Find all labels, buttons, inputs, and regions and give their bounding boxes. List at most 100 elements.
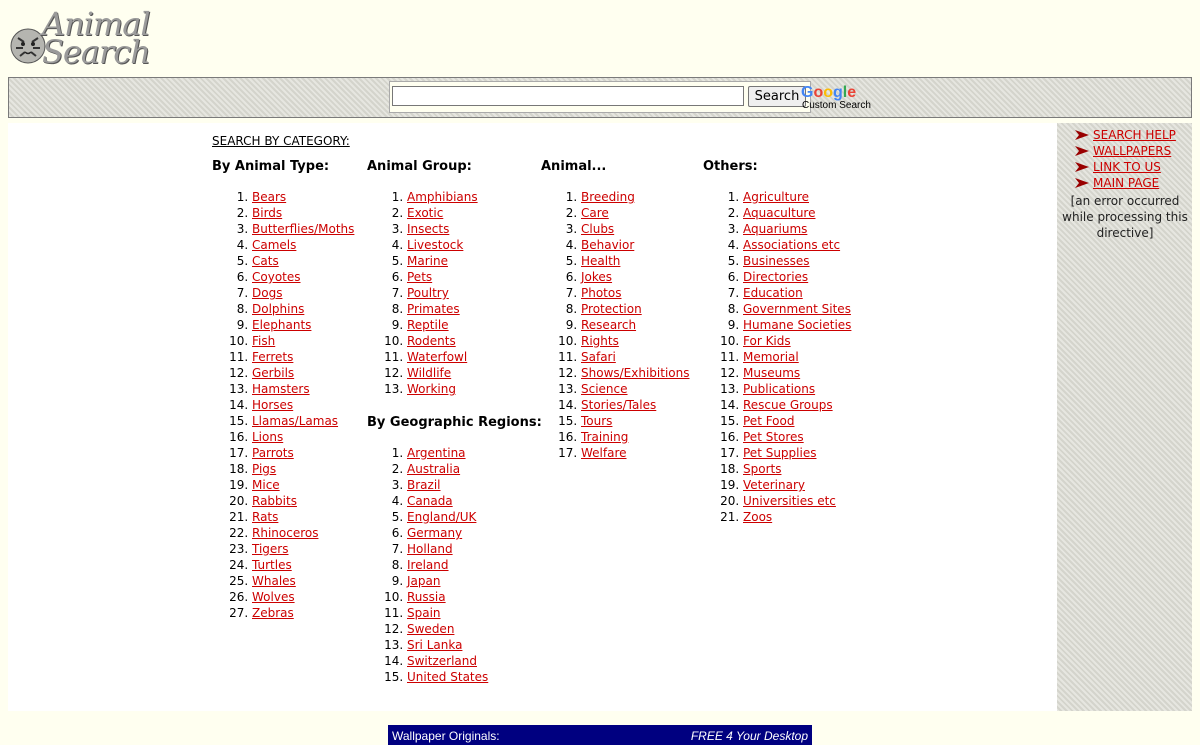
- category-link[interactable]: Rights: [581, 334, 619, 348]
- category-link[interactable]: England/UK: [407, 510, 476, 524]
- category-link[interactable]: Coyotes: [252, 270, 301, 284]
- category-link[interactable]: Rhinoceros: [252, 526, 318, 540]
- category-link[interactable]: Dogs: [252, 286, 282, 300]
- category-link[interactable]: Stories/Tales: [581, 398, 656, 412]
- category-link[interactable]: Livestock: [407, 238, 463, 252]
- category-link[interactable]: Aquaculture: [743, 206, 815, 220]
- category-link[interactable]: Tigers: [252, 542, 288, 556]
- category-link[interactable]: Camels: [252, 238, 296, 252]
- category-link[interactable]: Insects: [407, 222, 449, 236]
- category-link[interactable]: Canada: [407, 494, 453, 508]
- wallpaper-banner[interactable]: Wallpaper Originals: FREE 4 Your Desktop: [388, 725, 812, 745]
- category-link[interactable]: Research: [581, 318, 636, 332]
- category-link[interactable]: Science: [581, 382, 628, 396]
- category-link[interactable]: Brazil: [407, 478, 441, 492]
- category-link[interactable]: Zoos: [743, 510, 772, 524]
- category-link[interactable]: Sri Lanka: [407, 638, 462, 652]
- category-link[interactable]: United States: [407, 670, 488, 684]
- category-link[interactable]: Publications: [743, 382, 815, 396]
- category-link[interactable]: Rescue Groups: [743, 398, 833, 412]
- category-link[interactable]: Holland: [407, 542, 453, 556]
- category-link[interactable]: Associations etc: [743, 238, 840, 252]
- category-link[interactable]: Ferrets: [252, 350, 293, 364]
- category-link[interactable]: Reptile: [407, 318, 449, 332]
- category-link[interactable]: Llamas/Lamas: [252, 414, 338, 428]
- category-link[interactable]: Cats: [252, 254, 279, 268]
- category-link[interactable]: Zebras: [252, 606, 294, 620]
- category-link[interactable]: Clubs: [581, 222, 614, 236]
- search-input[interactable]: [392, 86, 744, 106]
- category-link[interactable]: Sweden: [407, 622, 454, 636]
- category-link[interactable]: Pet Stores: [743, 430, 804, 444]
- category-link[interactable]: Pigs: [252, 462, 276, 476]
- category-link[interactable]: Breeding: [581, 190, 635, 204]
- category-link[interactable]: Sports: [743, 462, 781, 476]
- category-link[interactable]: Humane Societies: [743, 318, 851, 332]
- category-link[interactable]: Universities etc: [743, 494, 836, 508]
- category-link[interactable]: Fish: [252, 334, 275, 348]
- category-link[interactable]: Protection: [581, 302, 642, 316]
- category-link[interactable]: Argentina: [407, 446, 466, 460]
- category-link[interactable]: Education: [743, 286, 803, 300]
- category-link[interactable]: Wolves: [252, 590, 295, 604]
- category-link[interactable]: Care: [581, 206, 609, 220]
- category-link[interactable]: Photos: [581, 286, 621, 300]
- search-button[interactable]: Search: [748, 86, 806, 107]
- category-link[interactable]: Spain: [407, 606, 441, 620]
- category-link[interactable]: Elephants: [252, 318, 311, 332]
- category-link[interactable]: Health: [581, 254, 620, 268]
- category-link[interactable]: Whales: [252, 574, 296, 588]
- category-link[interactable]: Ireland: [407, 558, 449, 572]
- category-link[interactable]: Directories: [743, 270, 808, 284]
- category-link[interactable]: Tours: [581, 414, 612, 428]
- category-link[interactable]: Museums: [743, 366, 800, 380]
- search-help-link[interactable]: SEARCH HELP: [1093, 128, 1176, 142]
- category-link[interactable]: Hamsters: [252, 382, 310, 396]
- category-link[interactable]: Butterflies/Moths: [252, 222, 354, 236]
- category-link[interactable]: Government Sites: [743, 302, 851, 316]
- category-link[interactable]: Germany: [407, 526, 462, 540]
- category-link[interactable]: For Kids: [743, 334, 791, 348]
- category-link[interactable]: Lions: [252, 430, 283, 444]
- category-link[interactable]: Wildlife: [407, 366, 451, 380]
- category-link[interactable]: Safari: [581, 350, 616, 364]
- site-logo[interactable]: Animal Search: [10, 8, 151, 70]
- category-link[interactable]: Primates: [407, 302, 460, 316]
- category-link[interactable]: Horses: [252, 398, 293, 412]
- category-link[interactable]: Pet Food: [743, 414, 795, 428]
- category-link[interactable]: Marine: [407, 254, 448, 268]
- category-link[interactable]: Rodents: [407, 334, 456, 348]
- wallpapers-link[interactable]: WALLPAPERS: [1093, 144, 1171, 158]
- category-link[interactable]: Mice: [252, 478, 280, 492]
- category-link[interactable]: Russia: [407, 590, 446, 604]
- category-link[interactable]: Rats: [252, 510, 278, 524]
- category-link[interactable]: Working: [407, 382, 456, 396]
- category-link[interactable]: Businesses: [743, 254, 810, 268]
- link-to-us-link[interactable]: LINK TO US: [1093, 160, 1161, 174]
- category-link[interactable]: Amphibians: [407, 190, 478, 204]
- category-link[interactable]: Memorial: [743, 350, 799, 364]
- category-link[interactable]: Birds: [252, 206, 282, 220]
- category-link[interactable]: Waterfowl: [407, 350, 467, 364]
- category-link[interactable]: Jokes: [581, 270, 612, 284]
- category-link[interactable]: Rabbits: [252, 494, 297, 508]
- category-link[interactable]: Behavior: [581, 238, 634, 252]
- category-link[interactable]: Dolphins: [252, 302, 304, 316]
- category-link[interactable]: Poultry: [407, 286, 449, 300]
- category-link[interactable]: Pets: [407, 270, 432, 284]
- category-link[interactable]: Veterinary: [743, 478, 805, 492]
- category-link[interactable]: Aquariums: [743, 222, 807, 236]
- category-link[interactable]: Switzerland: [407, 654, 477, 668]
- category-link[interactable]: Training: [581, 430, 628, 444]
- category-link[interactable]: Agriculture: [743, 190, 809, 204]
- category-link[interactable]: Japan: [407, 574, 440, 588]
- category-link[interactable]: Welfare: [581, 446, 627, 460]
- main-page-link[interactable]: MAIN PAGE: [1093, 176, 1159, 190]
- category-link[interactable]: Turtles: [252, 558, 292, 572]
- category-link[interactable]: Pet Supplies: [743, 446, 816, 460]
- category-link[interactable]: Gerbils: [252, 366, 294, 380]
- category-link[interactable]: Exotic: [407, 206, 443, 220]
- category-link[interactable]: Parrots: [252, 446, 294, 460]
- category-link[interactable]: Shows/Exhibitions: [581, 366, 690, 380]
- category-link[interactable]: Bears: [252, 190, 286, 204]
